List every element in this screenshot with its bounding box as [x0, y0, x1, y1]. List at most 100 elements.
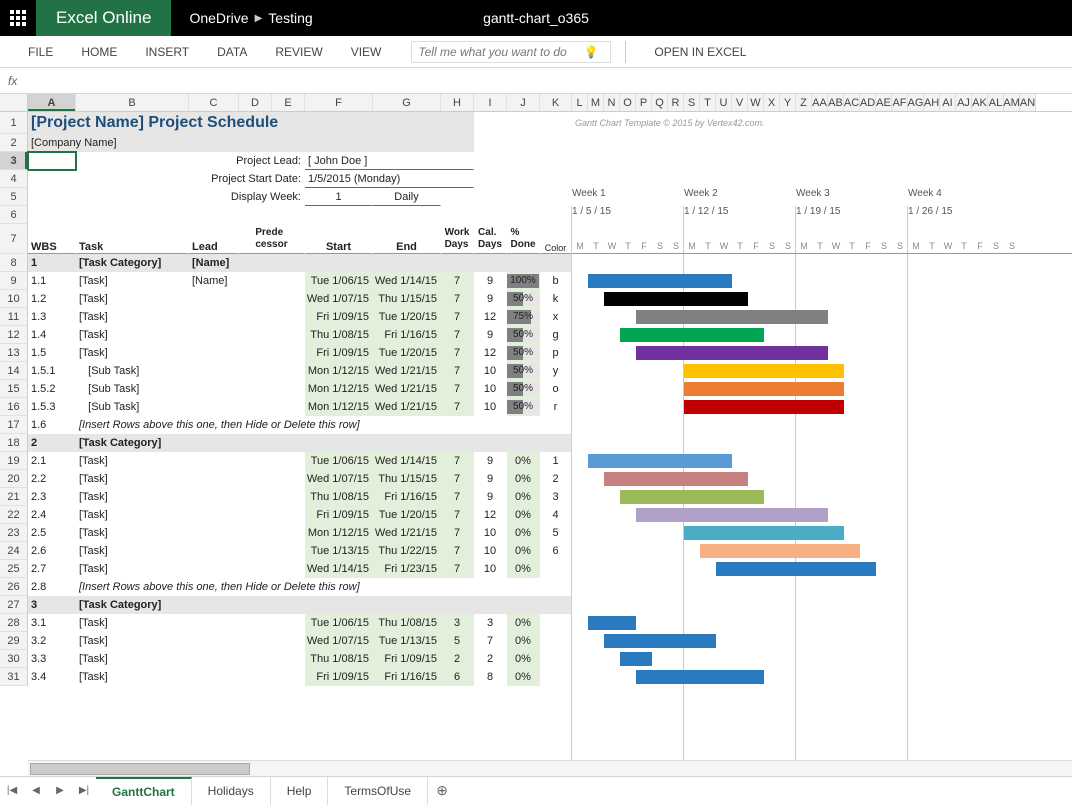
column-header-N[interactable]: N	[604, 94, 620, 111]
color-cell[interactable]: y	[540, 362, 572, 380]
column-header-L[interactable]: L	[572, 94, 588, 111]
task-cell[interactable]: [Task]	[76, 290, 189, 308]
column-header-AN[interactable]: AN	[1020, 94, 1036, 111]
column-header-A[interactable]: A	[28, 94, 76, 111]
lead-cell[interactable]: [Name]	[189, 254, 239, 272]
work-cell[interactable]: 7	[441, 542, 474, 560]
lead-label[interactable]: Project Lead:	[76, 152, 305, 170]
cal-cell[interactable]: 10	[474, 380, 507, 398]
task-cell[interactable]: [Task]	[76, 452, 189, 470]
lead-cell[interactable]	[189, 614, 239, 632]
credit-cell[interactable]: Gantt Chart Template © 2015 by Vertex42.…	[572, 112, 972, 134]
task-cell[interactable]: [Task]	[76, 632, 189, 650]
work-cell[interactable]: 7	[441, 524, 474, 542]
end-cell[interactable]: Wed 1/14/15	[373, 272, 441, 290]
start-cell[interactable]: Wed 1/07/15	[305, 470, 373, 488]
pct-cell[interactable]	[507, 254, 540, 272]
column-header-K[interactable]: K	[540, 94, 572, 111]
task-cell[interactable]: [Task]	[76, 326, 189, 344]
row-header[interactable]: 3	[0, 152, 28, 170]
sheet-tab-help[interactable]: Help	[271, 777, 329, 805]
hdr-task[interactable]: Task	[76, 224, 189, 254]
lead-cell[interactable]	[189, 344, 239, 362]
wbs-cell[interactable]: 3.1	[28, 614, 76, 632]
sheet-nav-last-icon[interactable]: ▶|	[72, 779, 96, 803]
formula-bar[interactable]: fx	[0, 68, 1072, 94]
pred-cell[interactable]	[239, 632, 305, 650]
cal-cell[interactable]: 3	[474, 614, 507, 632]
row-header[interactable]: 19	[0, 452, 28, 470]
cal-cell[interactable]: 10	[474, 362, 507, 380]
wbs-cell[interactable]: 1.5.2	[28, 380, 76, 398]
column-header-AI[interactable]: AI	[940, 94, 956, 111]
tell-me-input[interactable]: Tell me what you want to do 💡	[411, 41, 611, 63]
task-cell[interactable]: [Sub Task]	[76, 380, 189, 398]
cal-cell[interactable]	[474, 434, 507, 452]
start-cell[interactable]: Fri 1/09/15	[305, 506, 373, 524]
task-cell[interactable]: [Task Category]	[76, 254, 189, 272]
row-header[interactable]: 21	[0, 488, 28, 506]
end-cell[interactable]	[373, 254, 441, 272]
work-cell[interactable]: 7	[441, 344, 474, 362]
title-cell[interactable]: [Project Name] Project Schedule	[28, 112, 474, 134]
displayweek-value[interactable]: 1	[305, 188, 373, 206]
work-cell[interactable]	[441, 254, 474, 272]
start-cell[interactable]: Wed 1/07/15	[305, 290, 373, 308]
note-cell[interactable]: [Insert Rows above this one, then Hide o…	[76, 416, 572, 434]
spreadsheet-grid[interactable]: ABCDEFGHIJKLMNOPQRSTUVWXYZAAABACADAEAFAG…	[0, 94, 1072, 776]
pad[interactable]	[441, 188, 572, 206]
column-header-D[interactable]: D	[239, 94, 272, 111]
work-cell[interactable]: 7	[441, 380, 474, 398]
column-header-B[interactable]: B	[76, 94, 189, 111]
column-header-S[interactable]: S	[684, 94, 700, 111]
pred-cell[interactable]	[239, 254, 305, 272]
pct-cell[interactable]: 0%	[507, 632, 540, 650]
wbs-cell[interactable]: 2.4	[28, 506, 76, 524]
task-cell[interactable]: [Task Category]	[76, 596, 189, 614]
pct-cell[interactable]: 0%	[507, 524, 540, 542]
cal-cell[interactable]: 10	[474, 398, 507, 416]
pred-cell[interactable]	[239, 668, 305, 686]
color-cell[interactable]	[540, 632, 572, 650]
task-cell[interactable]: [Sub Task]	[76, 362, 189, 380]
color-cell[interactable]	[540, 434, 572, 452]
end-cell[interactable]: Wed 1/21/15	[373, 398, 441, 416]
app-launcher-icon[interactable]	[0, 0, 36, 36]
lead-cell[interactable]	[189, 488, 239, 506]
column-header-AC[interactable]: AC	[844, 94, 860, 111]
end-cell[interactable]: Wed 1/21/15	[373, 362, 441, 380]
end-cell[interactable]: Thu 1/15/15	[373, 290, 441, 308]
column-header-I[interactable]: I	[474, 94, 507, 111]
row-header[interactable]: 2	[0, 134, 28, 152]
work-cell[interactable]: 7	[441, 488, 474, 506]
column-header-AK[interactable]: AK	[972, 94, 988, 111]
hdr-start[interactable]: Start	[305, 224, 373, 254]
column-header-G[interactable]: G	[373, 94, 441, 111]
column-header-AG[interactable]: AG	[908, 94, 924, 111]
start-cell[interactable]: Wed 1/07/15	[305, 632, 373, 650]
column-header-F[interactable]: F	[305, 94, 373, 111]
wbs-cell[interactable]: 1.5.3	[28, 398, 76, 416]
pred-cell[interactable]	[239, 506, 305, 524]
start-cell[interactable]: Thu 1/08/15	[305, 650, 373, 668]
row-header[interactable]: 26	[0, 578, 28, 596]
color-cell[interactable]: 4	[540, 506, 572, 524]
lead-cell[interactable]: [Name]	[189, 272, 239, 290]
work-cell[interactable]: 7	[441, 362, 474, 380]
cal-cell[interactable]: 9	[474, 470, 507, 488]
cal-cell[interactable]: 7	[474, 632, 507, 650]
displayweek-mode[interactable]: Daily	[373, 188, 441, 206]
start-cell[interactable]: Mon 1/12/15	[305, 362, 373, 380]
row-header[interactable]: 8	[0, 254, 28, 272]
cal-cell[interactable]: 9	[474, 452, 507, 470]
pct-cell[interactable]: 0%	[507, 506, 540, 524]
lead-cell[interactable]	[189, 470, 239, 488]
color-cell[interactable]	[540, 560, 572, 578]
pct-cell[interactable]: 0%	[507, 560, 540, 578]
column-header-V[interactable]: V	[732, 94, 748, 111]
start-cell[interactable]: Fri 1/09/15	[305, 308, 373, 326]
sheet-nav-prev-icon[interactable]: ◀	[24, 779, 48, 803]
column-header-AA[interactable]: AA	[812, 94, 828, 111]
pred-cell[interactable]	[239, 362, 305, 380]
pred-cell[interactable]	[239, 452, 305, 470]
